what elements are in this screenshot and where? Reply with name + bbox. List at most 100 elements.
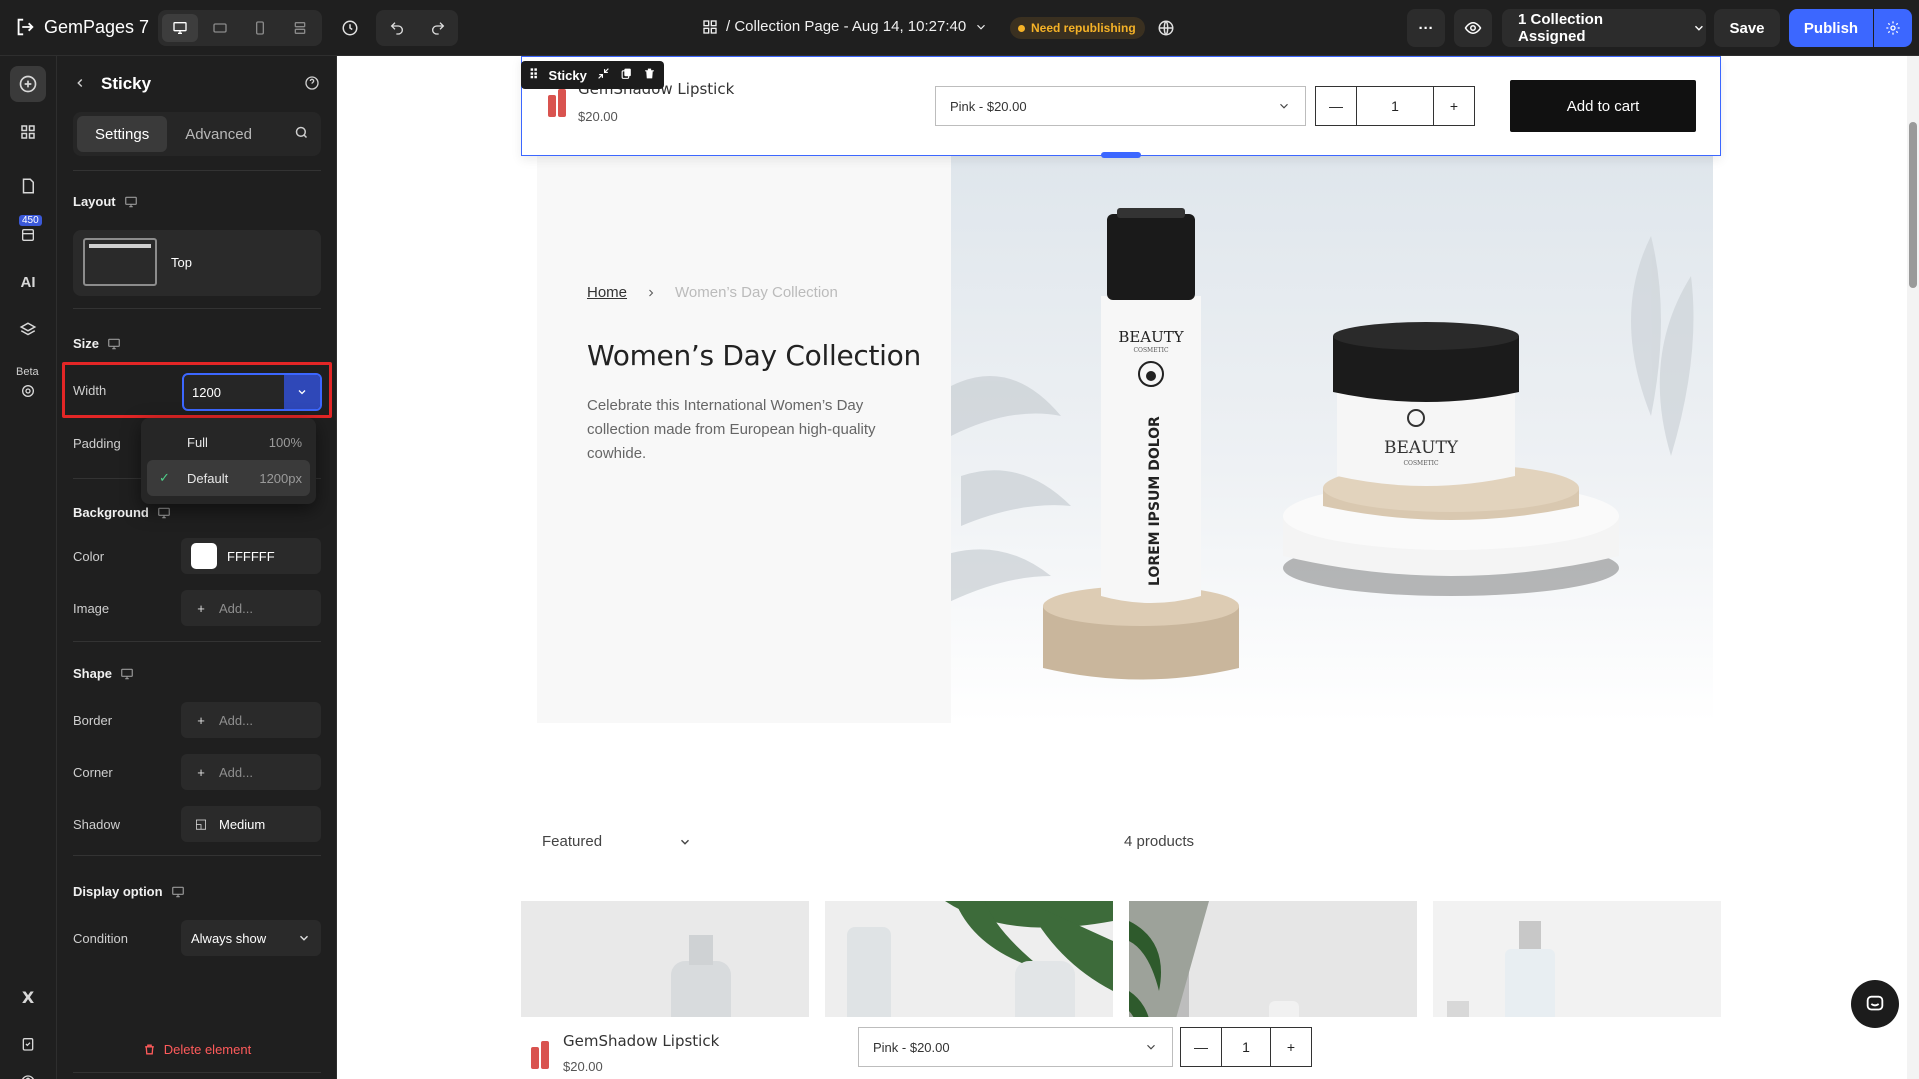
layout-heading: Layout xyxy=(73,194,138,209)
color-swatch xyxy=(191,543,217,569)
breadcrumb-home[interactable]: Home xyxy=(587,284,627,301)
tab-settings[interactable]: Settings xyxy=(77,116,168,152)
desktop-icon xyxy=(158,507,170,518)
size-heading-text: Size xyxy=(73,336,100,351)
chevron-right-icon xyxy=(649,289,654,296)
history-icon[interactable] xyxy=(332,10,368,46)
bottle-brand-text: BEAUTY xyxy=(1118,328,1184,346)
plus-icon[interactable]: + xyxy=(1434,87,1474,125)
collection-assigned-button[interactable]: 1 Collection Assigned xyxy=(1502,9,1706,47)
redo-icon[interactable] xyxy=(417,20,458,36)
exit-icon xyxy=(17,18,34,36)
app-logo[interactable]: GemPages 7 xyxy=(14,16,149,38)
collapse-icon[interactable] xyxy=(597,67,610,83)
delete-element-button[interactable]: Delete element xyxy=(57,1042,337,1057)
undo-redo-group xyxy=(376,10,458,46)
corner-add-field[interactable]: + Add... xyxy=(181,754,321,790)
desktop-icon xyxy=(121,668,133,679)
shadow-select[interactable]: ◱ Medium xyxy=(181,806,321,842)
page-title: / Collection Page - Aug 14, 10:27:40 xyxy=(726,18,967,35)
library-icon[interactable] xyxy=(10,222,46,248)
element-toolbar: ⠿ Sticky xyxy=(521,61,664,89)
plus-icon[interactable]: + xyxy=(1271,1028,1311,1066)
checklist-icon[interactable] xyxy=(10,1026,46,1062)
status-badge: Need republishing xyxy=(1010,17,1145,39)
publish-button[interactable]: Publish xyxy=(1789,9,1873,47)
layout-thumbnail xyxy=(83,238,157,286)
scrollbar-thumb[interactable] xyxy=(1909,122,1917,288)
add-element-icon[interactable] xyxy=(10,66,46,102)
collection-title: Women’s Day Collection xyxy=(587,339,921,372)
add-to-cart-button[interactable]: Add to cart xyxy=(1510,80,1696,132)
option-label: Full xyxy=(187,434,208,450)
page-title-dropdown[interactable]: / Collection Page - Aug 14, 10:27:40 xyxy=(702,18,988,35)
desktop-icon xyxy=(124,196,137,207)
pages-icon[interactable] xyxy=(10,168,46,204)
color-picker[interactable]: FFFFFF xyxy=(181,538,321,574)
chevron-down-icon xyxy=(300,935,308,941)
theme-style-icon[interactable] xyxy=(10,378,46,404)
chat-bubble-icon[interactable] xyxy=(1851,980,1899,1028)
globe-icon[interactable] xyxy=(1148,10,1184,46)
variant-select[interactable]: Pink - $20.00 xyxy=(858,1027,1173,1067)
desktop-icon[interactable] xyxy=(162,14,198,42)
undo-icon[interactable] xyxy=(376,20,417,36)
help-icon[interactable] xyxy=(10,1072,46,1079)
sort-select[interactable]: Featured xyxy=(542,833,692,850)
divider xyxy=(73,855,321,856)
variant-value: Pink - $20.00 xyxy=(950,98,1027,114)
trash-icon[interactable] xyxy=(643,67,656,83)
x-integration-icon[interactable]: 𝗫 xyxy=(10,980,46,1016)
layout-option-top[interactable]: Top xyxy=(73,230,321,296)
tab-advanced[interactable]: Advanced xyxy=(167,116,270,152)
resize-handle[interactable] xyxy=(1101,152,1141,158)
tablet-landscape-icon[interactable] xyxy=(202,14,238,42)
delete-element-label: Delete element xyxy=(163,1042,252,1057)
image-add-field[interactable]: + Add... xyxy=(181,590,321,626)
option-label: Default xyxy=(187,470,229,486)
save-button[interactable]: Save xyxy=(1714,9,1780,47)
color-label: Color xyxy=(73,549,105,564)
border-add-field[interactable]: + Add... xyxy=(181,702,321,738)
breadcrumb: Home Women’s Day Collection xyxy=(587,284,838,301)
panel-header: Sticky xyxy=(73,74,320,94)
shape-heading: Shape xyxy=(73,666,134,681)
product-price: $20.00 xyxy=(563,1059,603,1074)
search-icon[interactable] xyxy=(294,125,309,143)
sticky-product-bar[interactable]: GemShadow Lipstick $20.00 Pink - $20.00 … xyxy=(521,56,1721,156)
collection-assigned-label: 1 Collection Assigned xyxy=(1518,11,1604,45)
quantity-value[interactable]: 1 xyxy=(1221,1028,1271,1066)
ai-icon[interactable]: AI xyxy=(10,264,46,300)
layers-icon[interactable] xyxy=(10,312,46,348)
minus-icon[interactable]: — xyxy=(1316,87,1356,125)
more-icon[interactable]: ··· xyxy=(1407,9,1445,47)
display-option-heading-text: Display option xyxy=(73,884,163,899)
border-label: Border xyxy=(73,713,113,728)
width-option-full[interactable]: Full 100% xyxy=(147,424,310,460)
leaf-shadow-left xyxy=(951,376,1071,602)
quantity-value[interactable]: 1 xyxy=(1356,87,1434,125)
size-heading: Size xyxy=(73,336,121,351)
scrollbar[interactable] xyxy=(1907,56,1919,1079)
check-icon: ✓ xyxy=(159,470,170,485)
sections-icon[interactable] xyxy=(10,114,46,150)
drag-handle-icon[interactable]: ⠿ xyxy=(529,67,539,83)
chevron-down-icon xyxy=(977,24,986,30)
minus-icon[interactable]: — xyxy=(1181,1028,1221,1066)
desktop-icon xyxy=(108,338,120,349)
preview-eye-icon[interactable] xyxy=(1454,9,1492,47)
background-heading-text: Background xyxy=(73,505,149,520)
plus-icon: + xyxy=(197,764,205,780)
condition-select[interactable]: Always show xyxy=(181,920,321,956)
sort-label: Featured xyxy=(542,833,603,850)
back-chevron-icon[interactable] xyxy=(73,76,87,93)
publish-settings-gear-icon[interactable] xyxy=(1874,9,1912,47)
mobile-icon[interactable] xyxy=(242,14,278,42)
variant-select[interactable]: Pink - $20.00 xyxy=(935,86,1306,126)
device-switcher xyxy=(158,10,322,46)
width-option-default[interactable]: ✓ Default 1200px xyxy=(147,460,310,496)
help-icon[interactable] xyxy=(304,75,320,94)
responsive-icon[interactable] xyxy=(282,14,318,42)
hero-image: BEAUTY COSMETIC BEAUTY COSMETIC LOREM IP… xyxy=(951,156,1713,723)
duplicate-icon[interactable] xyxy=(620,67,633,83)
